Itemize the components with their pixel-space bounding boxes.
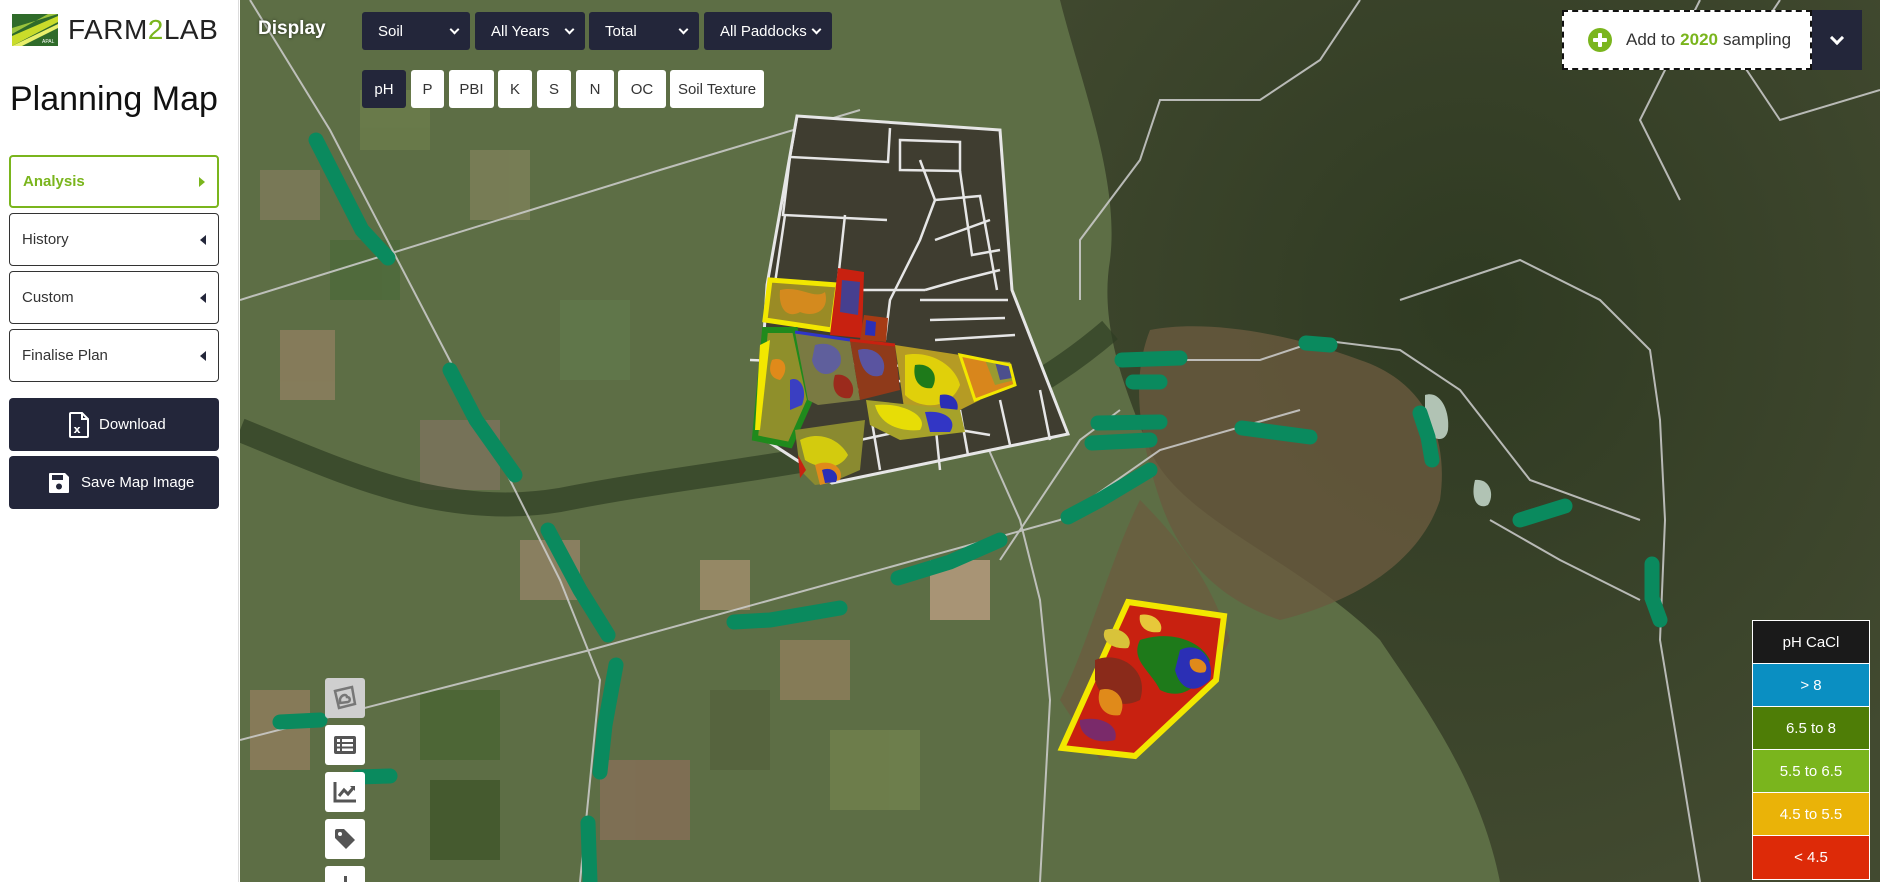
- chevron-down-icon: [811, 24, 822, 34]
- floppy-disk-icon: [49, 473, 69, 493]
- draw-paddock-icon: [333, 685, 357, 710]
- legend-item-5-5-to-6-5: 5.5 to 6.5: [1753, 750, 1869, 793]
- ph-legend: pH CaCl > 8 6.5 to 8 5.5 to 6.5 4.5 to 5…: [1752, 620, 1870, 880]
- svg-text:APAL: APAL: [42, 39, 55, 45]
- nav-history[interactable]: History: [9, 213, 219, 266]
- map-imagery: [240, 0, 1880, 882]
- app: APAL FARM2LAB Planning Map Analysis Hist…: [0, 0, 1880, 882]
- sidebar: APAL FARM2LAB Planning Map Analysis Hist…: [0, 0, 239, 882]
- paddock-select-value: All Paddocks: [720, 22, 807, 40]
- tag-tool[interactable]: [325, 819, 365, 859]
- nav-history-label: History: [22, 231, 69, 248]
- download-label: Download: [99, 416, 166, 433]
- nav-custom-label: Custom: [22, 289, 74, 306]
- depth-select[interactable]: Total: [589, 12, 699, 50]
- nav-finalise-plan-label: Finalise Plan: [22, 347, 108, 364]
- legend-title: pH CaCl: [1753, 621, 1869, 664]
- tool-icon-partial: [343, 876, 347, 882]
- analyte-oc[interactable]: OC: [618, 70, 666, 108]
- caret-right-icon: [199, 176, 205, 187]
- nav-custom[interactable]: Custom: [9, 271, 219, 324]
- sampling-year: 2020: [1680, 30, 1718, 49]
- excel-file-icon: x: [69, 412, 89, 438]
- logo: APAL FARM2LAB: [12, 14, 218, 46]
- chevron-down-icon: [1829, 30, 1845, 45]
- legend-item-6-5-to-8: 6.5 to 8: [1753, 707, 1869, 750]
- add-to-sampling-prefix: Add to: [1626, 30, 1676, 49]
- layer-select[interactable]: Soil: [362, 12, 470, 50]
- tag-icon: [335, 829, 355, 849]
- satellite-map[interactable]: [240, 0, 1880, 882]
- analyte-k[interactable]: K: [498, 70, 532, 108]
- analyte-soil-texture[interactable]: Soil Texture: [670, 70, 764, 108]
- chart-tool[interactable]: [325, 772, 365, 812]
- sampling-dropdown-button[interactable]: [1812, 10, 1862, 70]
- legend-item-lt-4-5: < 4.5: [1753, 836, 1869, 879]
- add-to-sampling-suffix: sampling: [1722, 30, 1792, 49]
- paddock-select[interactable]: All Paddocks: [704, 12, 832, 50]
- analyte-pbi[interactable]: PBI: [449, 70, 494, 108]
- analyte-ph[interactable]: pH: [362, 70, 406, 108]
- list-tool[interactable]: [325, 725, 365, 765]
- layer-select-value: Soil: [378, 22, 404, 40]
- depth-select-value: Total: [605, 22, 637, 40]
- brand-name: FARM2LAB: [68, 14, 219, 45]
- page-title: Planning Map: [10, 80, 218, 118]
- svg-text:x: x: [74, 423, 81, 436]
- list-icon: [334, 736, 356, 754]
- analyte-n[interactable]: N: [576, 70, 614, 108]
- add-to-sampling-button[interactable]: Add to 2020 sampling: [1562, 10, 1812, 70]
- more-tool[interactable]: [325, 866, 365, 882]
- draw-paddock-tool[interactable]: [325, 678, 365, 718]
- caret-left-icon: [200, 350, 206, 361]
- nav-finalise-plan[interactable]: Finalise Plan: [9, 329, 219, 382]
- nav-analysis[interactable]: Analysis: [9, 155, 219, 208]
- save-map-image-button[interactable]: Save Map Image: [9, 456, 219, 509]
- plus-circle-icon: [1588, 28, 1612, 52]
- legend-item-gt-8: > 8: [1753, 664, 1869, 707]
- nav-analysis-label: Analysis: [23, 173, 85, 190]
- caret-left-icon: [200, 234, 206, 245]
- legend-item-4-5-to-5-5: 4.5 to 5.5: [1753, 793, 1869, 836]
- analyte-s[interactable]: S: [537, 70, 571, 108]
- chevron-down-icon: [449, 24, 460, 34]
- chevron-down-icon: [678, 24, 689, 34]
- year-select-value: All Years: [491, 22, 550, 40]
- analyte-p[interactable]: P: [411, 70, 444, 108]
- download-button[interactable]: x Download: [9, 398, 219, 451]
- display-label: Display: [258, 18, 326, 39]
- apal-logo-icon: APAL: [12, 14, 58, 46]
- chart-icon: [333, 782, 356, 803]
- caret-left-icon: [200, 292, 206, 303]
- year-select[interactable]: All Years: [475, 12, 585, 50]
- chevron-down-icon: [564, 24, 575, 34]
- save-map-image-label: Save Map Image: [81, 474, 195, 491]
